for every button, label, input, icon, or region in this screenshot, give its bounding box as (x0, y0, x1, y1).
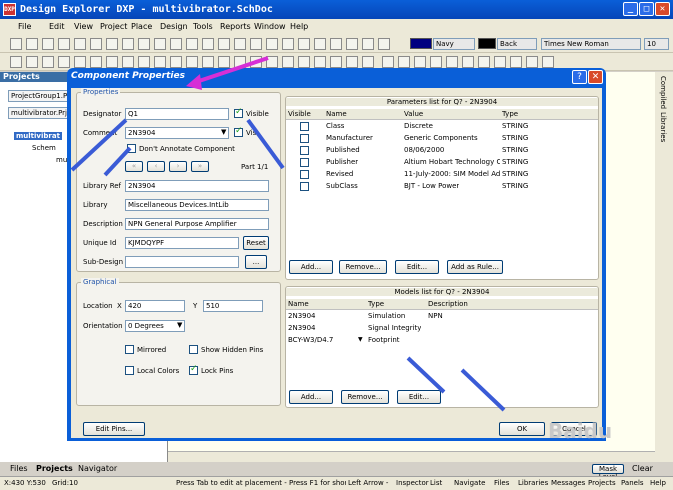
arrow-to-visible (246, 118, 285, 170)
annotation-arrows: Baidu (70, 56, 612, 443)
arrow-to-dialog-title (195, 56, 269, 84)
watermark: Baidu (548, 419, 612, 443)
arrow-to-ok (460, 368, 506, 412)
arrow-to-annotate (103, 146, 132, 177)
arrow-to-footprint (406, 356, 446, 394)
arrow-head-title (186, 74, 202, 90)
